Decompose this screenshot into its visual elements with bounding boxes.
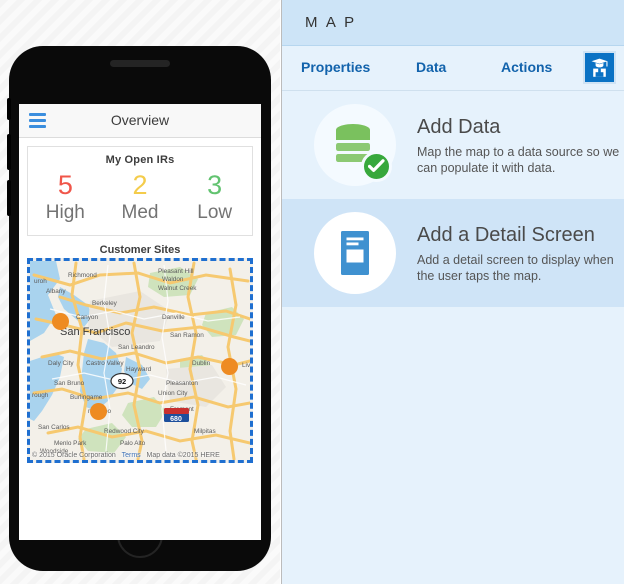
svg-text:San Leandro: San Leandro <box>118 344 155 351</box>
svg-text:Castro Valley: Castro Valley <box>86 360 124 367</box>
app-header: Overview <box>19 104 261 138</box>
map-marker[interactable] <box>90 403 107 420</box>
map-attribution-right: Map data ©2015 HERE <box>146 452 220 459</box>
svg-text:Palo Alto: Palo Alto <box>120 440 146 447</box>
open-irs-title: My Open IRs <box>105 154 175 166</box>
svg-text:Hayward: Hayward <box>126 366 152 373</box>
add-data-text: Add Data Map the map to a data source so… <box>417 115 624 176</box>
customer-sites-card[interactable]: Customer Sites Richmond Pleasant Hill Wa… <box>27 244 253 463</box>
svg-text:92: 92 <box>118 377 126 386</box>
svg-text:San Ramon: San Ramon <box>170 332 204 339</box>
svg-text:Richmond: Richmond <box>68 272 97 279</box>
teach-me-button[interactable] <box>583 51 616 84</box>
ir-low[interactable]: 3 Low <box>177 170 252 225</box>
ir-high[interactable]: 5 High <box>28 170 103 225</box>
check-mark-icon <box>368 159 385 172</box>
svg-text:San Francisco: San Francisco <box>60 326 130 338</box>
panel-tabbar: Properties Data Actions <box>282 46 624 91</box>
add-data-title: Add Data <box>417 115 501 138</box>
ir-med[interactable]: 2 Med <box>103 170 178 225</box>
tab-actions[interactable]: Actions <box>501 59 552 75</box>
customer-sites-title: Customer Sites <box>99 244 181 256</box>
svg-text:Union City: Union City <box>158 390 188 397</box>
ir-high-count: 5 <box>57 170 73 200</box>
svg-text:Daly City: Daly City <box>48 360 74 367</box>
detail-screen-icon-wrap <box>314 212 396 294</box>
svg-text:uroh: uroh <box>34 278 47 285</box>
map-marker[interactable] <box>221 358 238 375</box>
svg-text:Walnut Creek: Walnut Creek <box>158 285 197 292</box>
open-irs-card[interactable]: My Open IRs 5 High 2 Med 3 Low <box>27 146 253 236</box>
route-shield-680: 680 <box>164 408 189 423</box>
ir-low-label: Low <box>197 202 233 223</box>
detail-screen-title: Add a Detail Screen <box>417 223 595 246</box>
phone-volume-down-button <box>7 180 11 216</box>
map-terms-link[interactable]: Terms <box>122 452 141 459</box>
open-irs-counts: 5 High 2 Med 3 Low <box>28 166 252 235</box>
map-attribution: © 2015 Oracle Corporation Terms Map data… <box>32 452 248 459</box>
svg-text:Waldon: Waldon <box>162 276 184 283</box>
map-marker[interactable] <box>52 313 69 330</box>
svg-text:Milpitas: Milpitas <box>194 428 216 435</box>
svg-text:Dublin: Dublin <box>192 360 211 367</box>
ir-low-count: 3 <box>207 170 223 200</box>
add-data-description: Map the map to a data source so we can p… <box>417 144 620 175</box>
option-add-detail-screen[interactable]: Add a Detail Screen Add a detail screen … <box>282 199 624 307</box>
phone-screen: Overview My Open IRs 5 High 2 Med 3 Low … <box>19 104 261 540</box>
svg-text:Pleasant Hill: Pleasant Hill <box>158 268 194 275</box>
ir-med-label: Med <box>121 202 159 223</box>
svg-text:Burlingame: Burlingame <box>70 394 103 401</box>
phone-volume-up-button <box>7 134 11 170</box>
phone-speaker <box>110 60 170 67</box>
svg-text:Menlo Park: Menlo Park <box>54 440 87 447</box>
detail-screen-icon <box>341 231 369 275</box>
svg-text:Liv: Liv <box>242 362 250 369</box>
phone-silent-switch <box>7 98 11 120</box>
app-root: Overview My Open IRs 5 High 2 Med 3 Low … <box>0 0 624 584</box>
svg-text:Canyon: Canyon <box>76 314 98 321</box>
svg-text:rough: rough <box>32 392 49 399</box>
panel-title: M A P <box>305 14 357 31</box>
map-attribution-left: © 2015 Oracle Corporation <box>32 452 116 459</box>
properties-panel: M A P Properties Data Actions Add Data M… <box>281 0 624 584</box>
app-title: Overview <box>110 112 170 128</box>
detail-screen-description: Add a detail screen to display when the … <box>417 252 614 283</box>
map-labels: Richmond Pleasant Hill Waldon Walnut Cre… <box>32 268 250 455</box>
ir-high-label: High <box>45 202 85 223</box>
graduation-cap-icon <box>591 58 608 77</box>
detail-screen-text: Add a Detail Screen Add a detail screen … <box>417 223 624 284</box>
svg-text:Berkeley: Berkeley <box>92 300 118 307</box>
svg-text:San Carlos: San Carlos <box>38 424 70 431</box>
panel-header: M A P <box>282 0 624 46</box>
svg-text:Albany: Albany <box>46 288 66 295</box>
option-add-data[interactable]: Add Data Map the map to a data source so… <box>282 91 624 199</box>
route-shield-92: 92 <box>110 372 134 390</box>
svg-text:Pleasanton: Pleasanton <box>166 380 198 387</box>
map-widget[interactable]: Richmond Pleasant Hill Waldon Walnut Cre… <box>27 258 253 463</box>
tab-properties[interactable]: Properties <box>301 59 370 75</box>
phone-preview-pane: Overview My Open IRs 5 High 2 Med 3 Low … <box>0 0 280 584</box>
svg-text:San Bruno: San Bruno <box>54 380 85 387</box>
svg-text:Redwood City: Redwood City <box>104 428 145 435</box>
tab-data[interactable]: Data <box>416 59 446 75</box>
check-circle-icon <box>361 151 392 182</box>
svg-text:680: 680 <box>170 416 182 423</box>
svg-text:Danville: Danville <box>162 314 185 321</box>
ir-med-count: 2 <box>132 170 148 200</box>
add-data-icon-wrap <box>314 104 396 186</box>
phone-frame: Overview My Open IRs 5 High 2 Med 3 Low … <box>7 46 271 571</box>
